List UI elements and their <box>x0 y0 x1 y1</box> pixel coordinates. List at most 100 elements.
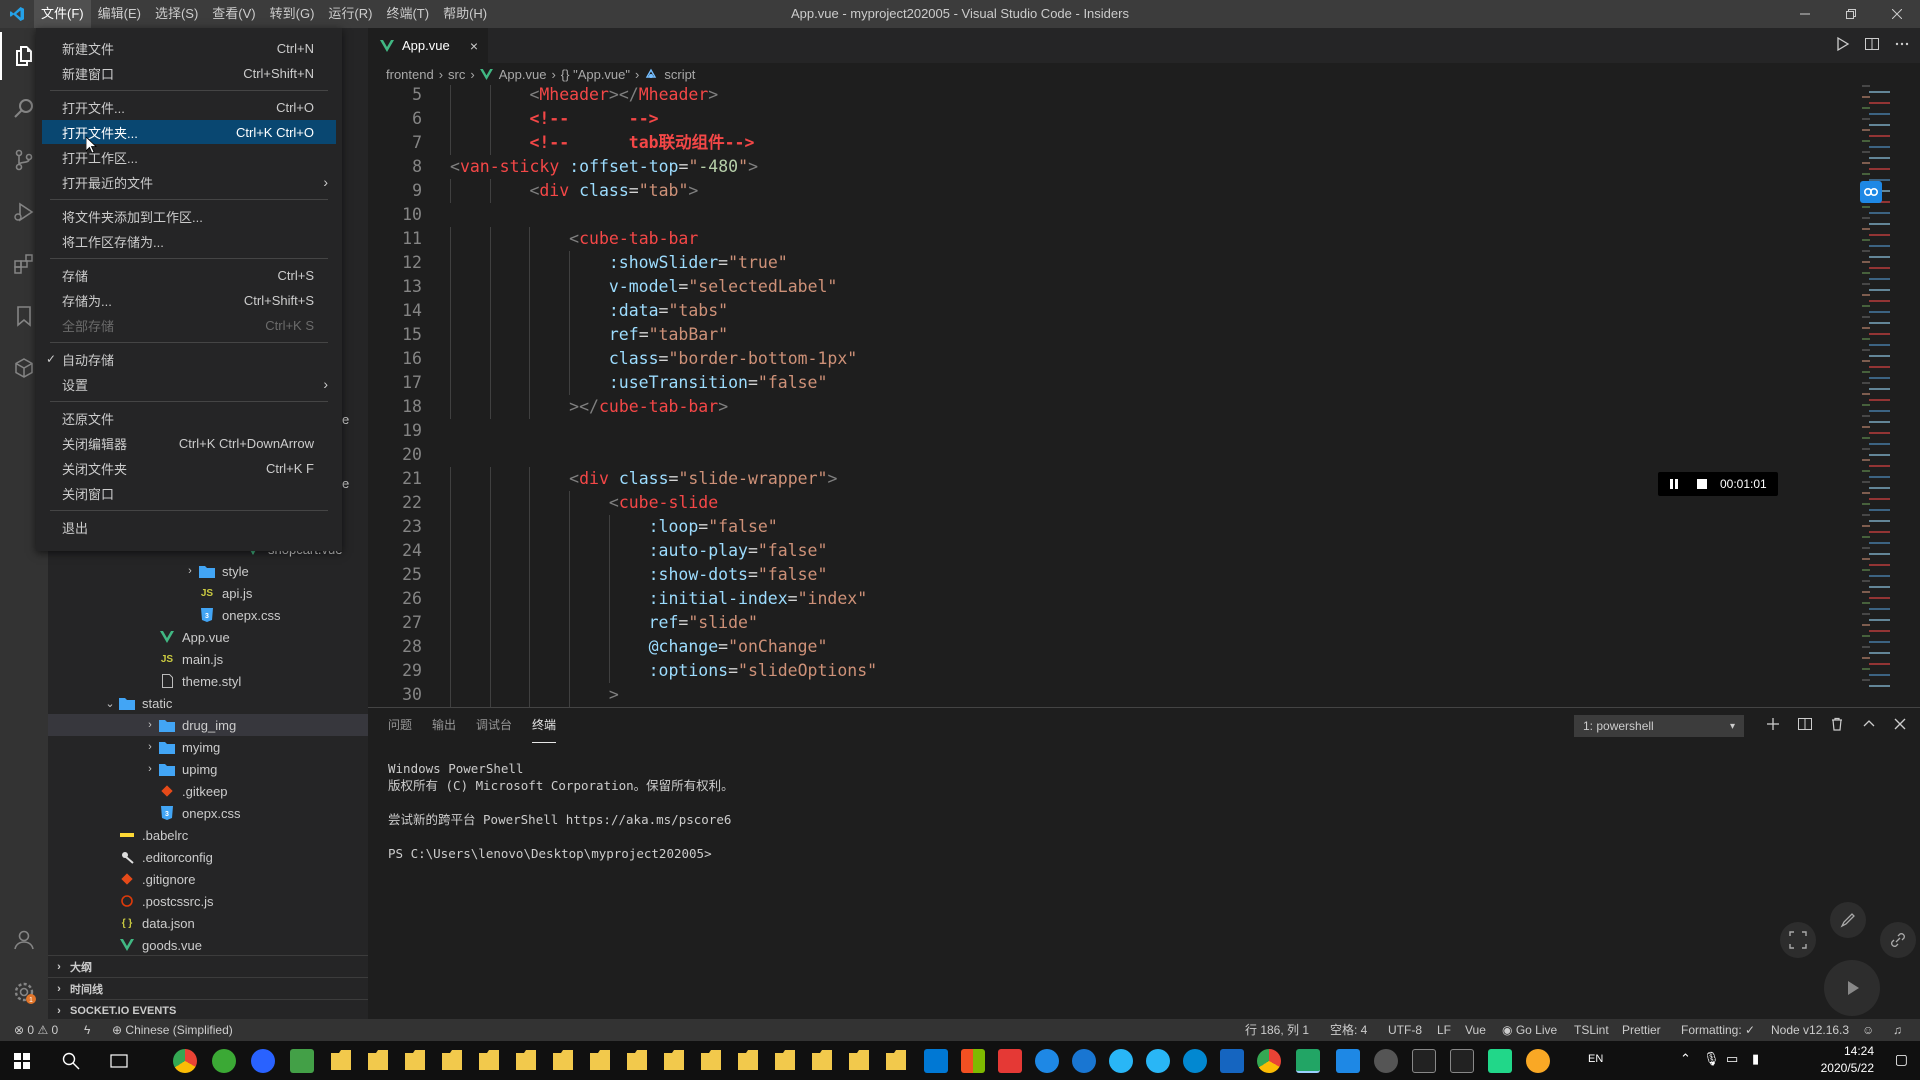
app-blue-icon[interactable] <box>1072 1049 1096 1073</box>
menu-terminal[interactable]: 终端(T) <box>379 0 436 28</box>
terminal-output[interactable]: Windows PowerShell 版权所有 (C) Microsoft Cor… <box>388 743 734 896</box>
socketio-panel-header[interactable]: › SOCKET.IO EVENTS <box>48 999 368 1020</box>
menu-item-close-window[interactable]: 关闭窗口 <box>42 481 336 505</box>
more-actions-icon[interactable] <box>1894 36 1910 55</box>
tree-item-gitignore[interactable]: .gitignore <box>48 868 368 890</box>
menu-item-auto-save[interactable]: ✓ 自动存储 <box>42 347 336 371</box>
tab-terminal[interactable]: 终端 <box>532 708 557 743</box>
pause-icon[interactable] <box>1664 474 1684 494</box>
menu-item-preferences[interactable]: 设置 › <box>42 372 336 396</box>
problems-status[interactable]: ⊗ 0 ⚠ 0 <box>14 1019 58 1041</box>
tree-item-onepx-css[interactable]: 3 onepx.css <box>48 604 368 626</box>
menu-file[interactable]: 文件(F) <box>34 0 91 28</box>
network-icon[interactable]: ▭ <box>1726 1051 1738 1067</box>
trash-icon[interactable] <box>1830 717 1844 734</box>
account-icon[interactable] <box>0 916 48 964</box>
timeline-panel-header[interactable]: › 时间线 <box>48 977 368 999</box>
terminal-icon[interactable] <box>1412 1049 1436 1073</box>
vscode-insiders-taskbar-icon[interactable] <box>1296 1049 1320 1073</box>
indentation-status[interactable]: 空格: 4 <box>1330 1019 1367 1041</box>
tree-item-gitkeep[interactable]: .gitkeep <box>48 780 368 802</box>
breadcrumb-item[interactable]: {} "App.vue" <box>561 67 630 82</box>
terminal-icon[interactable] <box>1450 1049 1474 1073</box>
taskbar-search-icon[interactable] <box>62 1052 80 1073</box>
menu-view[interactable]: 查看(V) <box>205 0 262 28</box>
folder-icon[interactable] <box>775 1050 795 1070</box>
menu-item-save-workspace-as[interactable]: 将工作区存储为... <box>42 229 336 253</box>
writer-icon[interactable] <box>1336 1049 1360 1073</box>
tree-item-editorconfig[interactable]: .editorconfig <box>48 846 368 868</box>
folder-icon[interactable] <box>627 1050 647 1070</box>
windows-start-icon[interactable] <box>14 1053 30 1072</box>
code-editor[interactable]: 5 <Mheader></Mheader> 6 <!-- --> 7 <!-- tab联动… <box>368 85 1858 707</box>
chrome-icon[interactable] <box>1257 1049 1281 1073</box>
search-app-icon[interactable] <box>1526 1049 1550 1073</box>
split-editor-icon[interactable] <box>1864 36 1880 55</box>
app-gray-icon[interactable] <box>1374 1049 1398 1073</box>
edge-icon[interactable] <box>1183 1049 1207 1073</box>
taskbar-clock[interactable]: 14:24 2020/5/22 <box>1821 1043 1874 1077</box>
tree-item-upimg[interactable]: › upimg <box>48 758 368 780</box>
action-center-icon[interactable]: ▢ <box>1895 1051 1908 1068</box>
edge-icon[interactable] <box>1109 1049 1133 1073</box>
go-live-status[interactable]: ◉ Go Live <box>1502 1019 1557 1041</box>
tree-item-api-js[interactable]: JS api.js <box>48 582 368 604</box>
split-terminal-icon[interactable] <box>1798 717 1812 734</box>
notepad-icon[interactable] <box>290 1049 314 1073</box>
menu-item-exit[interactable]: 退出 <box>42 515 336 539</box>
menu-item-add-folder-to-workspace[interactable]: 将文件夹添加到工作区... <box>42 204 336 228</box>
ime-indicator[interactable]: EN <box>1588 1053 1603 1065</box>
breadcrumb-item[interactable]: src <box>448 67 465 82</box>
tree-item-main-js[interactable]: JS main.js <box>48 648 368 670</box>
app-play-icon[interactable] <box>1220 1049 1244 1073</box>
tree-item-babelrc[interactable]: .babelrc <box>48 824 368 846</box>
menu-item-close-editor[interactable]: 关闭编辑器 Ctrl+K Ctrl+DownArrow <box>42 431 336 455</box>
menu-item-revert-file[interactable]: 还原文件 <box>42 406 336 430</box>
restore-button[interactable] <box>1828 0 1874 28</box>
tree-item-goods-vue[interactable]: goods.vue <box>48 934 368 956</box>
breadcrumb-item[interactable]: script <box>664 67 695 82</box>
tree-item-postcssrc[interactable]: .postcssrc.js <box>48 890 368 912</box>
tree-item-onepx-css[interactable]: 3 onepx.css <box>48 802 368 824</box>
folder-icon[interactable] <box>442 1050 462 1070</box>
app-green-icon[interactable] <box>212 1049 236 1073</box>
baidu-netdisk-icon[interactable] <box>1860 181 1882 203</box>
terminal-select[interactable]: 1: powershell ▾ <box>1574 715 1744 737</box>
office-icon[interactable] <box>961 1049 985 1073</box>
folder-icon[interactable] <box>738 1050 758 1070</box>
link-icon[interactable] <box>1880 922 1916 958</box>
youdao-icon[interactable] <box>998 1049 1022 1073</box>
pen-tool-icon[interactable] <box>1830 902 1866 938</box>
menu-item-open-file[interactable]: 打开文件... Ctrl+O <box>42 95 336 119</box>
folder-icon[interactable] <box>553 1050 573 1070</box>
app-blue-icon[interactable] <box>1035 1049 1059 1073</box>
folder-icon[interactable] <box>516 1050 536 1070</box>
pycharm-icon[interactable] <box>1488 1049 1512 1073</box>
notification-bell-icon[interactable]: ♫ <box>1893 1019 1902 1041</box>
folder-icon[interactable] <box>701 1050 721 1070</box>
tslint-status[interactable]: TSLint <box>1574 1019 1609 1041</box>
tree-item-drug-img[interactable]: › drug_img <box>48 714 368 736</box>
folder-icon[interactable] <box>405 1050 425 1070</box>
breadcrumb-item[interactable]: App.vue <box>499 67 547 82</box>
menu-item-open-recent[interactable]: 打开最近的文件 › <box>42 170 336 194</box>
menu-item-new-window[interactable]: 新建窗口 Ctrl+Shift+N <box>42 61 336 85</box>
tab-output[interactable]: 输出 <box>432 708 456 743</box>
tree-item-static[interactable]: ⌄ static <box>48 692 368 714</box>
screenshot-area-icon[interactable] <box>1780 922 1816 958</box>
menu-edit[interactable]: 编辑(E) <box>91 0 148 28</box>
tree-item-app-vue[interactable]: App.vue <box>48 626 368 648</box>
menu-item-close-folder[interactable]: 关闭文件夹 Ctrl+K F <box>42 456 336 480</box>
task-view-icon[interactable] <box>110 1052 128 1073</box>
minimize-button[interactable] <box>1782 0 1828 28</box>
encoding-status[interactable]: UTF-8 <box>1388 1019 1422 1041</box>
app-blue-circle-icon[interactable] <box>251 1049 275 1073</box>
battery-icon[interactable]: ▮ <box>1752 1051 1759 1067</box>
folder-icon[interactable] <box>479 1050 499 1070</box>
chevron-up-icon[interactable] <box>1862 717 1876 734</box>
tree-item-theme-styl[interactable]: theme.styl <box>48 670 368 692</box>
menu-item-save[interactable]: 存储 Ctrl+S <box>42 263 336 287</box>
menu-go[interactable]: 转到(G) <box>263 0 322 28</box>
editor-scrollbar[interactable] <box>1910 85 1920 707</box>
folder-icon[interactable] <box>849 1050 869 1070</box>
